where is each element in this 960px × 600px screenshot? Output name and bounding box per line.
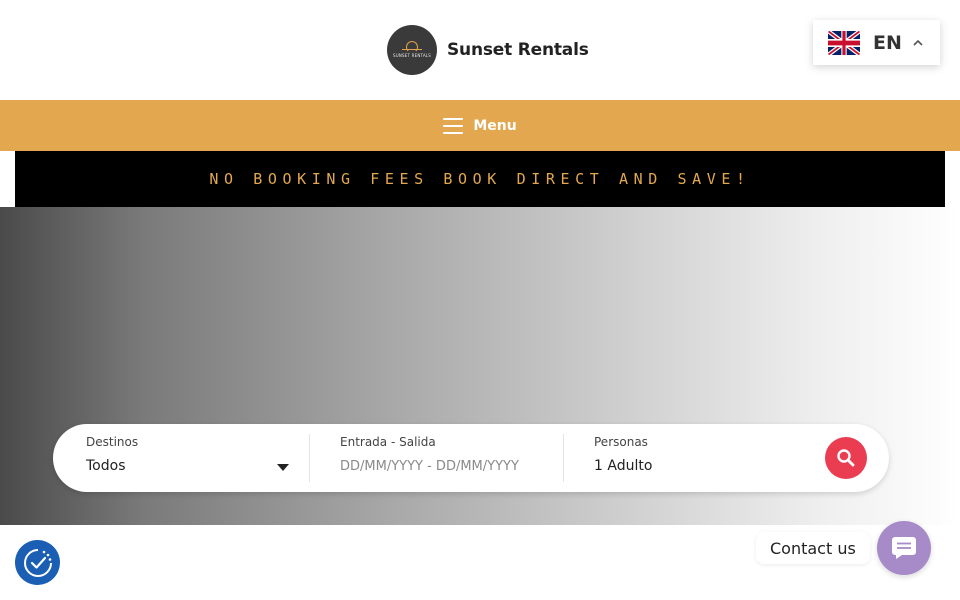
booking-search-bar: Destinos Todos Entrada - Salida DD/MM/YY… xyxy=(53,424,889,492)
promo-text: NO BOOKING FEES BOOK DIRECT AND SAVE! xyxy=(209,170,751,188)
guests-label: Personas xyxy=(594,435,648,449)
dropdown-caret-icon xyxy=(277,464,289,471)
logo-sun-icon xyxy=(406,41,418,53)
logo-horizon xyxy=(402,49,422,50)
logo-text: SUNSET RENTALS xyxy=(393,53,431,58)
cookie-consent-button[interactable] xyxy=(15,540,60,585)
date-range-input[interactable]: Entrada - Salida DD/MM/YYYY - DD/MM/YYYY xyxy=(340,424,550,492)
logo: SUNSET RENTALS xyxy=(387,25,437,75)
cookie-consent-icon xyxy=(23,548,52,577)
menu-button[interactable]: Menu xyxy=(443,117,517,134)
uk-flag-icon xyxy=(828,30,860,55)
destination-value: Todos xyxy=(86,458,126,474)
guests-value: 1 Adulto xyxy=(594,458,653,474)
brand-link[interactable]: SUNSET RENTALS Sunset Rentals xyxy=(387,25,589,75)
chat-icon xyxy=(892,537,916,559)
brand-name: Sunset Rentals xyxy=(447,40,589,60)
menu-label: Menu xyxy=(473,117,517,134)
chevron-up-icon xyxy=(913,39,923,46)
hamburger-icon xyxy=(443,117,464,134)
field-divider xyxy=(309,434,310,482)
guests-input[interactable]: Personas 1 Adulto xyxy=(594,424,814,492)
nav-bar: Menu xyxy=(0,100,960,151)
search-icon xyxy=(837,449,855,467)
contact-us-button[interactable] xyxy=(877,521,931,575)
promo-banner: NO BOOKING FEES BOOK DIRECT AND SAVE! xyxy=(15,151,945,207)
language-code: EN xyxy=(873,31,902,54)
destination-select[interactable]: Destinos Todos xyxy=(86,424,296,492)
dates-label: Entrada - Salida xyxy=(340,435,436,449)
contact-us-label[interactable]: Contact us xyxy=(756,532,870,564)
site-header: SUNSET RENTALS Sunset Rentals EN xyxy=(0,0,960,100)
search-button[interactable] xyxy=(825,437,867,479)
destination-label: Destinos xyxy=(86,435,139,449)
dates-placeholder: DD/MM/YYYY - DD/MM/YYYY xyxy=(340,459,519,474)
field-divider xyxy=(563,434,564,482)
language-switcher[interactable]: EN xyxy=(813,20,940,65)
contact-us-text: Contact us xyxy=(770,538,856,558)
